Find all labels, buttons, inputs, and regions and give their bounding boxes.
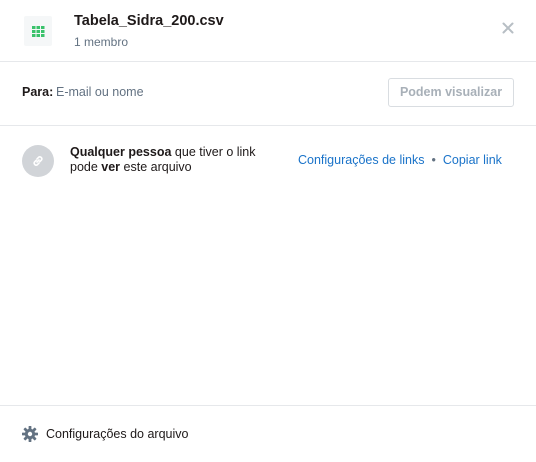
separator-dot: •: [431, 153, 436, 167]
link-audience: Qualquer pessoa: [70, 145, 172, 159]
to-label: Para:: [22, 85, 54, 99]
recipient-row: Para: Podem visualizar: [0, 62, 536, 126]
link-actions: Configurações de links • Copiar link: [298, 153, 502, 167]
permission-dropdown-button[interactable]: Podem visualizar: [388, 78, 514, 107]
link-text-end: este arquivo: [120, 160, 192, 174]
copy-link-button[interactable]: Copiar link: [443, 153, 502, 167]
link-settings-button[interactable]: Configurações de links: [298, 153, 424, 167]
link-access-row: Qualquer pessoa que tiver o link pode ve…: [0, 127, 536, 197]
link-access-description: Qualquer pessoa que tiver o link pode ve…: [70, 145, 270, 175]
member-count[interactable]: 1 membro: [74, 35, 128, 49]
file-title: Tabela_Sidra_200.csv: [74, 13, 224, 29]
gear-icon[interactable]: [21, 425, 39, 443]
recipient-input[interactable]: [56, 80, 376, 104]
dialog-header: Tabela_Sidra_200.csv 1 membro: [0, 0, 536, 62]
dialog-footer: Configurações do arquivo: [0, 405, 536, 462]
file-settings-button[interactable]: Configurações do arquivo: [46, 427, 188, 441]
link-permission: ver: [101, 160, 121, 174]
share-dialog: Tabela_Sidra_200.csv 1 membro Para: Pode…: [0, 0, 536, 462]
close-icon[interactable]: [500, 20, 516, 36]
link-icon: [22, 145, 54, 177]
csv-spreadsheet-icon: [24, 16, 52, 46]
